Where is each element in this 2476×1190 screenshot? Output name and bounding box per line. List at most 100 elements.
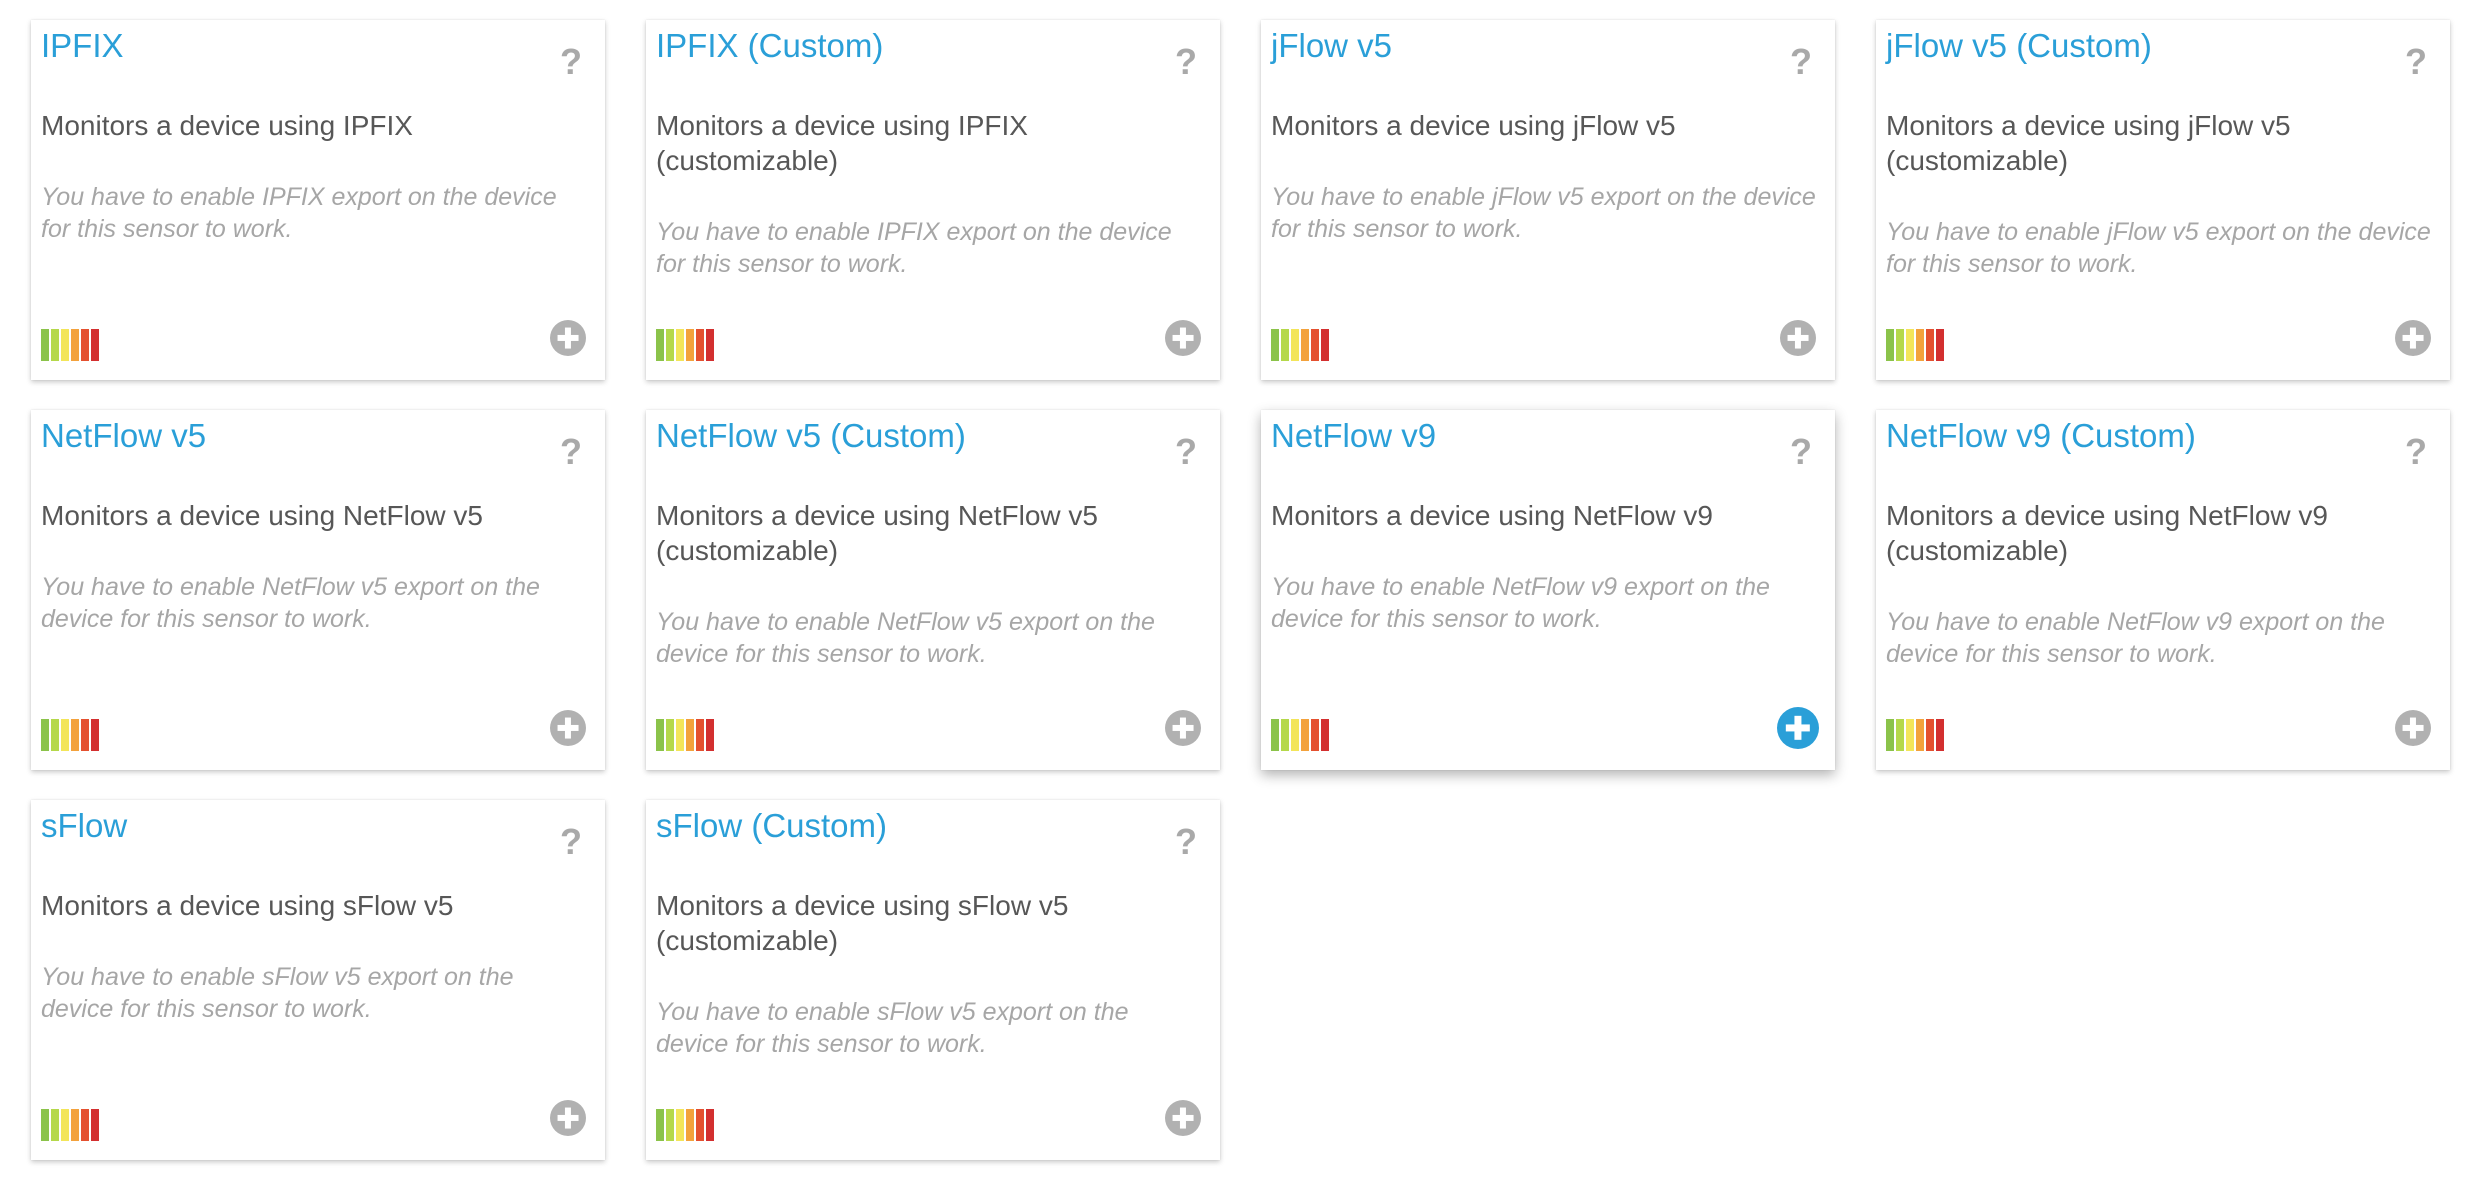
- sensor-card-title[interactable]: IPFIX: [41, 26, 595, 66]
- performance-bar-segment: [676, 1109, 684, 1141]
- sensor-card-title[interactable]: NetFlow v9 (Custom): [1886, 416, 2440, 456]
- performance-bar-segment: [1936, 719, 1944, 751]
- performance-bar-segment: [81, 1109, 89, 1141]
- sensor-card[interactable]: sFlow (Custom) ? Monitors a device using…: [646, 800, 1220, 1160]
- sensor-card[interactable]: sFlow ? Monitors a device using sFlow v5…: [31, 800, 605, 1160]
- performance-bar-segment: [686, 1109, 694, 1141]
- sensor-card[interactable]: IPFIX (Custom) ? Monitors a device using…: [646, 20, 1220, 380]
- performance-bar-segment: [51, 719, 59, 751]
- sensor-card[interactable]: NetFlow v9 (Custom) ? Monitors a device …: [1876, 410, 2450, 770]
- sensor-card-title[interactable]: NetFlow v5 (Custom): [656, 416, 1210, 456]
- performance-bar-segment: [71, 719, 79, 751]
- add-sensor-button[interactable]: [1165, 1100, 1201, 1136]
- performance-bar-segment: [1906, 719, 1914, 751]
- sensor-card-note: You have to enable NetFlow v9 export on …: [1271, 573, 1770, 633]
- performance-bar-segment: [1896, 329, 1904, 361]
- sensor-card-title[interactable]: NetFlow v5: [41, 416, 595, 456]
- sensor-card-title[interactable]: sFlow (Custom): [656, 806, 1210, 846]
- performance-bar-segment: [706, 1109, 714, 1141]
- help-icon[interactable]: ?: [2401, 41, 2431, 82]
- sensor-card-description: Monitors a device using jFlow v5 (custom…: [1886, 110, 2291, 176]
- performance-impact-bars-icon: [41, 1109, 99, 1141]
- performance-bar-segment: [1281, 719, 1289, 751]
- performance-bar-segment: [61, 329, 69, 361]
- sensor-card[interactable]: jFlow v5 (Custom) ? Monitors a device us…: [1876, 20, 2450, 380]
- sensor-card-title[interactable]: IPFIX (Custom): [656, 26, 1210, 66]
- help-icon[interactable]: ?: [1171, 41, 1201, 82]
- sensor-card-description: Monitors a device using NetFlow v9: [1271, 500, 1713, 531]
- help-icon[interactable]: ?: [1171, 431, 1201, 472]
- add-sensor-button[interactable]: [1780, 320, 1816, 356]
- help-icon[interactable]: ?: [1786, 431, 1816, 472]
- sensor-card-description: Monitors a device using IPFIX (customiza…: [656, 110, 1028, 176]
- performance-bar-segment: [1301, 719, 1309, 751]
- sensor-card-description: Monitors a device using NetFlow v9 (cust…: [1886, 500, 2328, 566]
- help-icon[interactable]: ?: [556, 821, 586, 862]
- help-icon[interactable]: ?: [556, 431, 586, 472]
- performance-bar-segment: [1301, 329, 1309, 361]
- performance-bar-segment: [61, 1109, 69, 1141]
- sensor-card[interactable]: NetFlow v9 ? Monitors a device using Net…: [1261, 410, 1835, 770]
- performance-impact-bars-icon: [1886, 719, 1944, 751]
- performance-bar-segment: [1936, 329, 1944, 361]
- sensor-card-description: Monitors a device using sFlow v5 (custom…: [656, 890, 1069, 956]
- performance-bar-segment: [61, 719, 69, 751]
- performance-bar-segment: [686, 329, 694, 361]
- performance-bar-segment: [91, 329, 99, 361]
- performance-impact-bars-icon: [1886, 329, 1944, 361]
- add-sensor-button[interactable]: [550, 710, 586, 746]
- performance-bar-segment: [676, 719, 684, 751]
- performance-bar-segment: [666, 329, 674, 361]
- performance-bar-segment: [696, 329, 704, 361]
- add-sensor-button[interactable]: [2395, 320, 2431, 356]
- add-sensor-button[interactable]: [550, 320, 586, 356]
- sensor-card-description: Monitors a device using NetFlow v5 (cust…: [656, 500, 1098, 566]
- performance-bar-segment: [81, 329, 89, 361]
- help-icon[interactable]: ?: [1786, 41, 1816, 82]
- add-sensor-button[interactable]: [2395, 710, 2431, 746]
- performance-bar-segment: [1906, 329, 1914, 361]
- sensor-card-title[interactable]: jFlow v5 (Custom): [1886, 26, 2440, 66]
- sensor-card-description: Monitors a device using sFlow v5: [41, 890, 454, 921]
- performance-bar-segment: [706, 719, 714, 751]
- add-sensor-button[interactable]: [1165, 710, 1201, 746]
- sensor-card-description: Monitors a device using NetFlow v5: [41, 500, 483, 531]
- performance-bar-segment: [1281, 329, 1289, 361]
- sensor-card-note: You have to enable IPFIX export on the d…: [656, 218, 1172, 278]
- sensor-card[interactable]: NetFlow v5 (Custom) ? Monitors a device …: [646, 410, 1220, 770]
- help-icon[interactable]: ?: [1171, 821, 1201, 862]
- sensor-card-description: Monitors a device using IPFIX: [41, 110, 413, 141]
- performance-bar-segment: [686, 719, 694, 751]
- performance-bar-segment: [51, 329, 59, 361]
- sensor-card[interactable]: jFlow v5 ? Monitors a device using jFlow…: [1261, 20, 1835, 380]
- performance-impact-bars-icon: [41, 719, 99, 751]
- performance-bar-segment: [706, 329, 714, 361]
- performance-bar-segment: [1291, 329, 1299, 361]
- performance-bar-segment: [656, 329, 664, 361]
- performance-impact-bars-icon: [41, 329, 99, 361]
- performance-bar-segment: [91, 719, 99, 751]
- performance-impact-bars-icon: [1271, 329, 1329, 361]
- performance-bar-segment: [1916, 719, 1924, 751]
- performance-bar-segment: [1896, 719, 1904, 751]
- sensor-card[interactable]: IPFIX ? Monitors a device using IPFIX Yo…: [31, 20, 605, 380]
- performance-bar-segment: [41, 1109, 49, 1141]
- performance-bar-segment: [666, 719, 674, 751]
- performance-bar-segment: [1271, 329, 1279, 361]
- add-sensor-button[interactable]: [1165, 320, 1201, 356]
- help-icon[interactable]: ?: [2401, 431, 2431, 472]
- sensor-card-title[interactable]: sFlow: [41, 806, 595, 846]
- sensor-card-title[interactable]: jFlow v5: [1271, 26, 1825, 66]
- add-sensor-button[interactable]: [1777, 707, 1819, 749]
- performance-bar-segment: [1321, 329, 1329, 361]
- performance-bar-segment: [676, 329, 684, 361]
- sensor-card-note: You have to enable NetFlow v5 export on …: [41, 573, 540, 633]
- help-icon[interactable]: ?: [556, 41, 586, 82]
- performance-impact-bars-icon: [656, 329, 714, 361]
- sensor-card[interactable]: NetFlow v5 ? Monitors a device using Net…: [31, 410, 605, 770]
- sensor-card-title[interactable]: NetFlow v9: [1271, 416, 1825, 456]
- performance-bar-segment: [91, 1109, 99, 1141]
- add-sensor-button[interactable]: [550, 1100, 586, 1136]
- performance-bar-segment: [41, 329, 49, 361]
- performance-bar-segment: [41, 719, 49, 751]
